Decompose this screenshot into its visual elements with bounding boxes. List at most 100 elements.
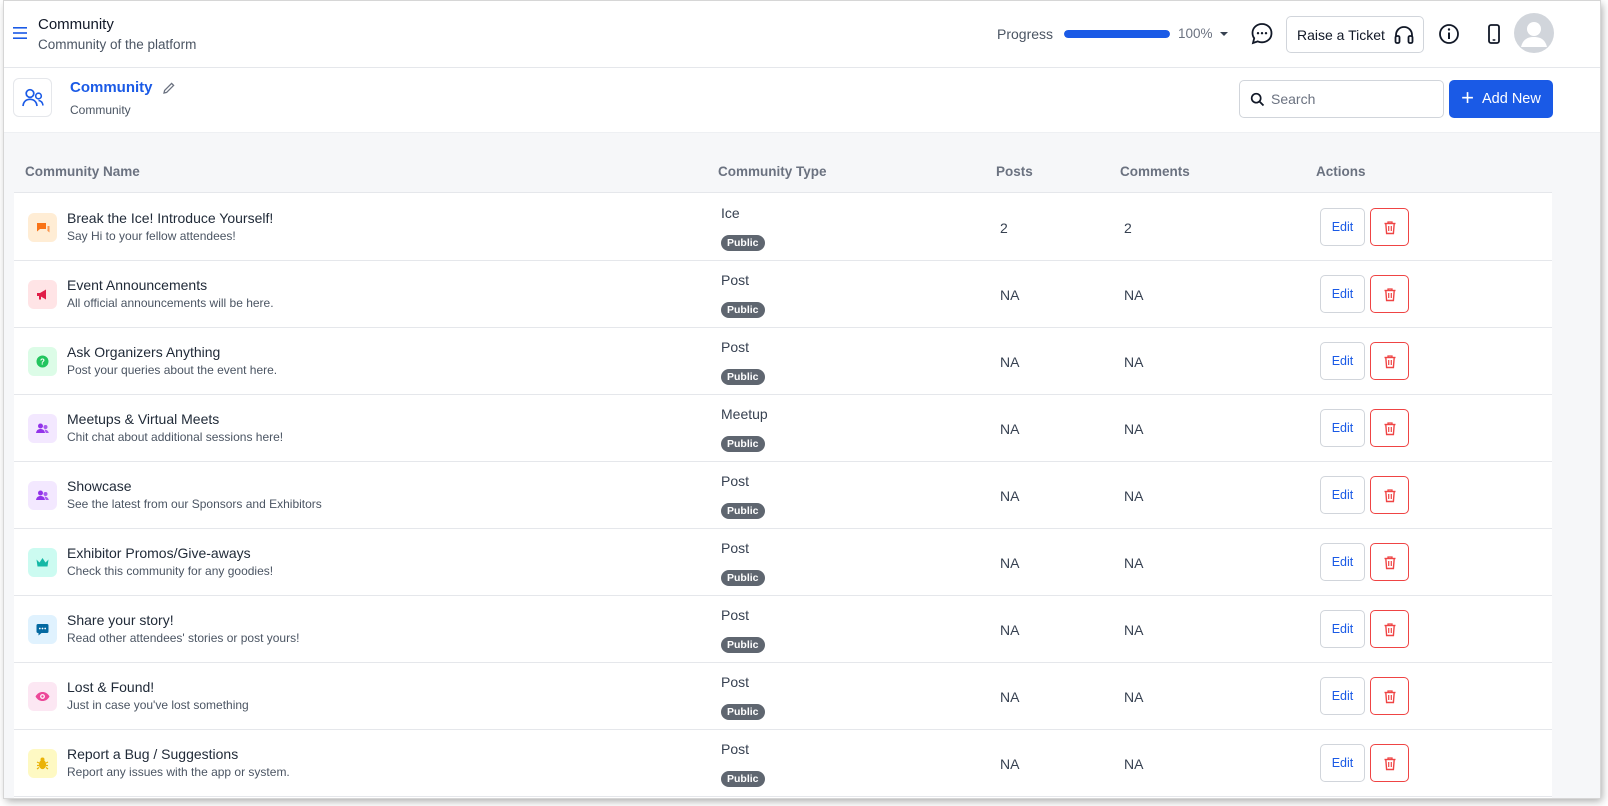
edit-button[interactable]: Edit <box>1320 208 1365 246</box>
status-badge: Public <box>721 436 765 452</box>
progress-label: Progress <box>997 26 1054 42</box>
community-type: Meetup <box>721 406 768 422</box>
svg-text:?: ? <box>40 358 45 367</box>
app-subtitle: Community of the platform <box>38 37 197 52</box>
avatar[interactable] <box>1514 13 1554 53</box>
delete-button[interactable] <box>1370 275 1409 313</box>
column-header-comments: Comments <box>1120 164 1190 179</box>
comments-count: 2 <box>1124 220 1132 236</box>
raise-ticket-button[interactable]: Raise a Ticket <box>1286 16 1424 53</box>
delete-button[interactable] <box>1370 610 1409 648</box>
chat-icon[interactable] <box>1248 20 1276 48</box>
page-header: Community Community + Add New <box>4 68 1600 133</box>
edit-button[interactable]: Edit <box>1320 275 1365 313</box>
trash-icon <box>1384 622 1395 636</box>
trash-icon <box>1384 488 1395 502</box>
delete-button[interactable] <box>1370 744 1409 782</box>
trash-icon <box>1384 689 1395 703</box>
status-badge: Public <box>721 704 765 720</box>
community-type: Post <box>721 674 750 690</box>
community-table: Community Name Community Type Posts Comm… <box>14 133 1552 798</box>
add-new-button[interactable]: + Add New <box>1449 80 1553 118</box>
status-badge: Public <box>721 235 765 251</box>
question-icon: ? <box>28 347 57 376</box>
trash-icon <box>1384 287 1395 301</box>
search-icon <box>1250 92 1265 106</box>
status-badge: Public <box>721 570 765 586</box>
posts-count: NA <box>1000 555 1020 571</box>
posts-count: NA <box>1000 488 1020 504</box>
column-header-posts: Posts <box>996 164 1033 179</box>
edit-button[interactable]: Edit <box>1320 677 1365 715</box>
trash-icon <box>1384 220 1395 234</box>
edit-button[interactable]: Edit <box>1320 543 1365 581</box>
table-row: Exhibitor Promos/Give-aways Check this co… <box>14 529 1552 596</box>
edit-button[interactable]: Edit <box>1320 610 1365 648</box>
edit-button[interactable]: Edit <box>1320 476 1365 514</box>
posts-count: NA <box>1000 689 1020 705</box>
hamburger-menu-icon[interactable] <box>12 25 28 41</box>
progress-bar <box>1064 30 1170 38</box>
info-icon[interactable] <box>1436 21 1462 47</box>
delete-button[interactable] <box>1370 476 1409 514</box>
table-row: Meetups & Virtual Meets Chit chat about a… <box>14 395 1552 462</box>
community-description: Read other attendees' stories or post yo… <box>67 631 300 645</box>
community-type: Post <box>721 607 750 623</box>
posts-count: NA <box>1000 287 1020 303</box>
column-header-type: Community Type <box>718 164 827 179</box>
column-header-actions: Actions <box>1316 164 1366 179</box>
delete-button[interactable] <box>1370 342 1409 380</box>
community-name: Report a Bug / Suggestions <box>67 746 239 762</box>
community-description: Just in case you've lost something <box>67 698 249 712</box>
table-row: Event Announcements All official announce… <box>14 261 1552 328</box>
chevron-down-icon[interactable] <box>1218 29 1230 39</box>
delete-button[interactable] <box>1370 208 1409 246</box>
comments-count: NA <box>1124 689 1144 705</box>
community-description: Post your queries about the event here. <box>67 363 278 377</box>
status-badge: Public <box>721 369 765 385</box>
status-badge: Public <box>721 302 765 318</box>
table-header: Community Name Community Type Posts Comm… <box>14 133 1552 193</box>
content-area: Community Name Community Type Posts Comm… <box>4 133 1600 798</box>
search-input[interactable] <box>1271 91 1431 107</box>
progress-fill <box>1064 30 1170 38</box>
trash-icon <box>1384 756 1395 770</box>
megaphone-icon <box>28 280 57 309</box>
mobile-phone-icon[interactable] <box>1481 21 1507 47</box>
community-name: Lost & Found! <box>67 679 155 695</box>
app-title: Community <box>38 16 114 33</box>
delete-button[interactable] <box>1370 543 1409 581</box>
community-type: Post <box>721 741 750 757</box>
status-badge: Public <box>721 637 765 653</box>
posts-count: NA <box>1000 756 1020 772</box>
message-icon <box>28 615 57 644</box>
community-name: Event Announcements <box>67 277 208 293</box>
edit-button[interactable]: Edit <box>1320 409 1365 447</box>
status-badge: Public <box>721 503 765 519</box>
status-badge: Public <box>721 771 765 787</box>
comments-count: NA <box>1124 421 1144 437</box>
people-icon <box>21 88 44 106</box>
comments-count: NA <box>1124 488 1144 504</box>
plus-icon: + <box>1461 85 1474 110</box>
delete-button[interactable] <box>1370 677 1409 715</box>
posts-count: NA <box>1000 354 1020 370</box>
community-name: Share your story! <box>67 612 174 628</box>
posts-count: NA <box>1000 622 1020 638</box>
comments-count: NA <box>1124 354 1144 370</box>
posts-count: NA <box>1000 421 1020 437</box>
headphones-icon <box>1394 25 1414 44</box>
comments-count: NA <box>1124 756 1144 772</box>
table-row: Lost & Found! Just in case you've lost so… <box>14 663 1552 730</box>
pencil-icon[interactable] <box>162 81 176 95</box>
delete-button[interactable] <box>1370 409 1409 447</box>
table-row: Showcase See the latest from our Sponsors… <box>14 462 1552 529</box>
comments-count: NA <box>1124 622 1144 638</box>
table-row: Share your story! Read other attendees' s… <box>14 596 1552 663</box>
edit-button[interactable]: Edit <box>1320 342 1365 380</box>
add-new-label: Add New <box>1482 91 1541 107</box>
edit-button[interactable]: Edit <box>1320 744 1365 782</box>
bug-icon <box>28 749 57 778</box>
trash-icon <box>1384 421 1395 435</box>
community-name: Exhibitor Promos/Give-aways <box>67 545 251 561</box>
